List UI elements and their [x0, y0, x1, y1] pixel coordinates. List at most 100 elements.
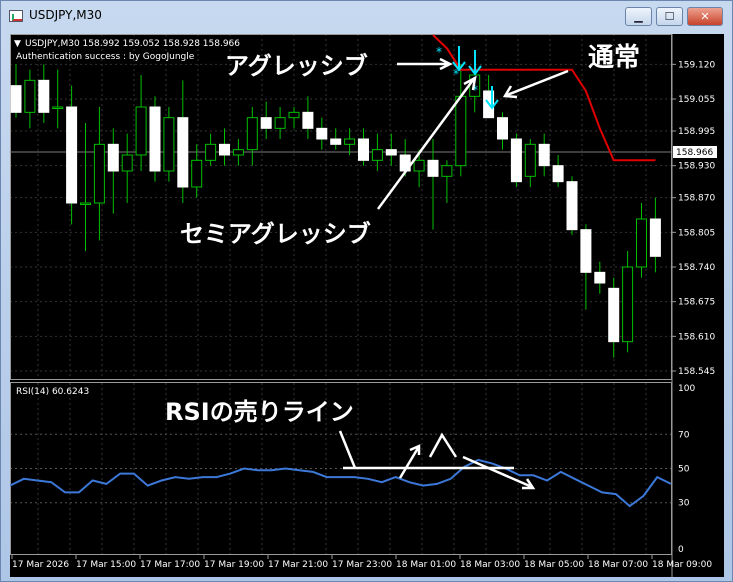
- candle-body: [66, 106, 78, 204]
- annotation-semi-aggressive: セミアグレッシブ: [180, 220, 371, 248]
- candle-body: [636, 218, 647, 268]
- time-tick-label: 18 Mar 03:00: [460, 560, 520, 570]
- rsi-tick-label: 70: [678, 430, 690, 440]
- candle-body: [316, 127, 328, 140]
- chart-collapse-icon[interactable]: ▼: [14, 39, 21, 49]
- candle-body: [497, 117, 508, 140]
- candle-body: [608, 287, 620, 343]
- candle-body: [510, 138, 522, 183]
- price-tick-label: 159.055: [678, 95, 715, 105]
- annotation-aggressive: アグレッシブ: [225, 52, 368, 80]
- rsi-tick-label: 30: [678, 499, 690, 509]
- price-tick-label: 158.870: [678, 194, 715, 204]
- price-tick-label: 158.740: [678, 263, 715, 273]
- time-tick-label: 17 Mar 15:00: [76, 560, 136, 570]
- candle-body: [649, 218, 661, 257]
- candle-body: [246, 117, 258, 151]
- time-tick-label: 18 Mar 05:00: [524, 560, 584, 570]
- time-tick-label: 18 Mar 01:00: [396, 560, 456, 570]
- candle-body: [566, 181, 578, 231]
- time-axis: 17 Mar 2026 17 Mar 15:00 17 Mar 17:00 17 Ma…: [11, 554, 712, 570]
- price-tick-label: 158.675: [678, 298, 715, 308]
- candle-body: [177, 117, 189, 188]
- rsi-header: RSI(14) 60.6243: [16, 387, 89, 397]
- star-signal-icon: *: [453, 67, 459, 81]
- candle-body: [302, 111, 314, 129]
- time-tick-label: 18 Mar 09:00: [652, 560, 712, 570]
- window-title: USDJPY,M30: [29, 8, 102, 22]
- close-button[interactable]: ✕: [687, 7, 723, 26]
- candle-body: [371, 149, 383, 161]
- candle-body: [385, 149, 397, 156]
- rsi-pointer-arrow: [462, 455, 536, 490]
- candle-body: [594, 271, 606, 284]
- normal-pointer-arrow: [502, 69, 569, 99]
- time-tick-label: 17 Mar 2026: [12, 560, 69, 570]
- price-tick-label: 158.610: [678, 332, 715, 342]
- candle-body: [163, 117, 175, 172]
- price-tick-label: 158.805: [678, 228, 715, 238]
- price-tick-label: 158.930: [678, 162, 715, 172]
- candle-body: [413, 159, 425, 172]
- candle-body: [107, 143, 119, 172]
- candle-body: [622, 266, 634, 343]
- time-tick-label: 17 Mar 17:00: [140, 560, 200, 570]
- candle-body: [260, 117, 272, 129]
- current-price-tag: 158.966: [676, 148, 713, 158]
- rsi-tick-label: 100: [678, 384, 695, 394]
- annotation-rsi-sell-line: RSIの売りライン: [165, 398, 354, 426]
- aggressive-pointer-arrow: [397, 57, 453, 71]
- time-tick-label: 17 Mar 19:00: [204, 560, 264, 570]
- candle-body: [330, 138, 342, 145]
- chart-window-icon: [9, 10, 23, 22]
- price-tick-label: 158.995: [678, 127, 715, 137]
- candle-body: [344, 138, 356, 145]
- candle-body: [10, 85, 22, 113]
- candle-body: [538, 143, 550, 167]
- price-tick-label: 159.120: [678, 60, 715, 70]
- candle-body: [149, 106, 161, 172]
- time-tick-label: 17 Mar 21:00: [268, 560, 328, 570]
- price-chart-svg[interactable]: 159.120 159.055 158.995 158.930 158.870 158.8…: [9, 34, 724, 577]
- candle-body: [524, 143, 536, 177]
- rsi-pointer-arrow: [338, 430, 357, 469]
- price-tick-label: 158.545: [678, 367, 715, 377]
- candle-body: [232, 149, 244, 156]
- candle-body: [552, 165, 564, 183]
- candle-body: [580, 229, 592, 273]
- candle-body: [121, 154, 133, 172]
- title-bar[interactable]: USDJPY,M30 ▁ ☐ ✕: [1, 1, 732, 31]
- annotation-normal: 通常: [588, 43, 640, 73]
- candle-body: [93, 143, 105, 204]
- mt4-chart-window: USDJPY,M30 ▁ ☐ ✕ 159.120 159.055 158.995 15…: [0, 0, 733, 582]
- chart-area[interactable]: 159.120 159.055 158.995 158.930 158.870 158.8…: [9, 34, 724, 577]
- rsi-line: [9, 458, 672, 508]
- candle-body: [191, 159, 203, 188]
- candle-body: [427, 159, 439, 177]
- chart-header: USDJPY,M30 158.992 159.052 158.928 158.9…: [25, 39, 240, 49]
- rsi-tick-label: 0: [678, 545, 684, 555]
- minimize-button[interactable]: ▁: [625, 7, 652, 26]
- candle-body: [219, 143, 230, 156]
- star-signal-icon: *: [436, 45, 442, 59]
- rsi-pointer-arrow: [398, 444, 421, 479]
- candle-body: [52, 106, 64, 109]
- rsi-tick-label: 50: [678, 465, 690, 475]
- candle-body: [80, 202, 91, 205]
- rsi-axis: 100 70 50 30 0: [678, 384, 695, 555]
- candle-body: [455, 95, 467, 167]
- candle-body: [38, 79, 50, 113]
- candle-body: [441, 165, 453, 177]
- grid-lines: [10, 34, 671, 554]
- candle-body: [274, 117, 286, 129]
- rsi-pointer-arrow: [428, 432, 458, 458]
- price-axis: 159.120 159.055 158.995 158.930 158.870 158.8…: [672, 60, 715, 377]
- candle-body: [358, 138, 369, 161]
- time-tick-label: 17 Mar 23:00: [332, 560, 392, 570]
- maximize-button[interactable]: ☐: [656, 7, 683, 26]
- candle-body: [135, 106, 147, 156]
- auth-status-text: Authentication success : by GogoJungle: [16, 52, 195, 62]
- candle-body: [24, 79, 36, 113]
- time-tick-label: 18 Mar 07:00: [588, 560, 648, 570]
- candle-body: [288, 111, 300, 119]
